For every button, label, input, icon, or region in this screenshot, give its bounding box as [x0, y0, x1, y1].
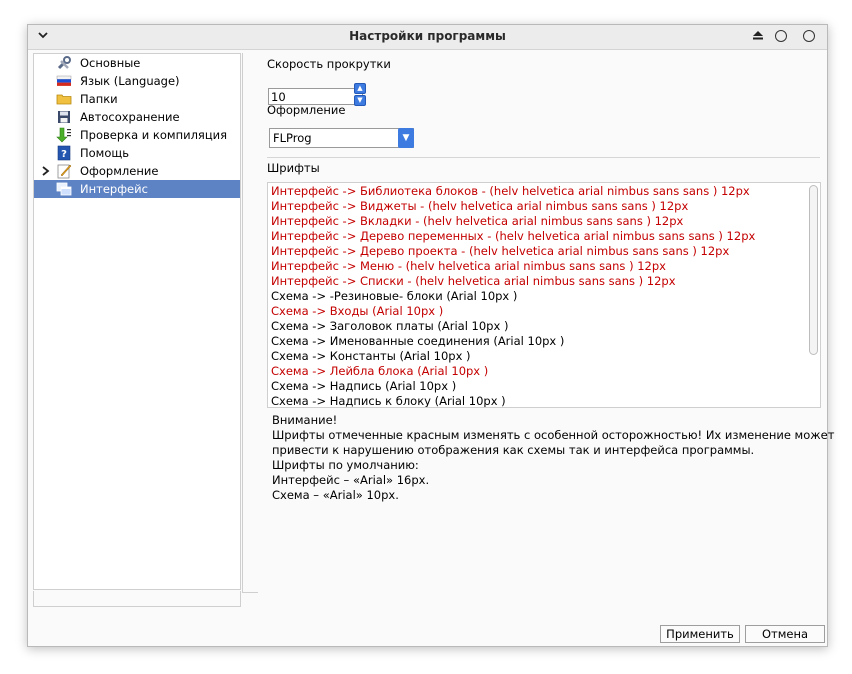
- list-item[interactable]: Интерфейс -> Дерево переменных - (helv h…: [271, 229, 755, 244]
- help-icon: ?: [56, 145, 72, 161]
- list-item[interactable]: Интерфейс -> Вкладки - (helv helvetica a…: [271, 214, 683, 229]
- tree-item-appearance[interactable]: Оформление: [34, 162, 240, 180]
- settings-window: Настройки программы Основные Язык (Langu…: [27, 24, 835, 647]
- tree-item-compile[interactable]: Проверка и компиляция: [34, 126, 240, 144]
- tree-item-general[interactable]: Основные: [34, 54, 240, 72]
- tree-item-label: Проверка и компиляция: [80, 128, 228, 142]
- pencil-paper-icon: [56, 163, 72, 179]
- fonts-label: Шрифты: [267, 161, 320, 175]
- divider: [267, 157, 820, 158]
- theme-select[interactable]: FLProg ▼: [269, 128, 414, 148]
- note-line: Интерфейс – «Arial» 16px.: [272, 473, 430, 487]
- list-item[interactable]: Схема -> Надпись (Arial 10px ): [271, 379, 456, 394]
- list-item[interactable]: Интерфейс -> Дерево проекта - (helv helv…: [271, 244, 729, 259]
- apply-button[interactable]: Применить: [660, 625, 740, 643]
- list-item[interactable]: Схема -> Лейбла блока (Arial 10px ): [271, 364, 488, 379]
- tree-item-label: Основные: [80, 56, 141, 70]
- theme-label: Оформление: [267, 103, 346, 117]
- spin-up-icon[interactable]: ▲: [354, 83, 366, 94]
- list-item[interactable]: Схема -> Константы (Arial 10px ): [271, 349, 471, 364]
- note-line: Шрифты по умолчанию:: [272, 458, 419, 472]
- tree-item-autosave[interactable]: Автосохранение: [34, 108, 240, 126]
- list-item[interactable]: Схема -> Надпись к блоку (Arial 10px ): [271, 394, 506, 407]
- tree-item-label: Оформление: [80, 164, 159, 178]
- list-item[interactable]: Интерфейс -> Виджеты - (helv helvetica a…: [271, 199, 688, 214]
- list-item[interactable]: Интерфейс -> Списки - (helv helvetica ar…: [271, 274, 676, 289]
- svg-text:?: ?: [61, 149, 67, 160]
- tree-item-interface[interactable]: Интерфейс: [34, 180, 240, 198]
- tree-item-folders[interactable]: Папки: [34, 90, 240, 108]
- floppy-disk-icon: [56, 109, 72, 125]
- tree-item-language[interactable]: Язык (Language): [34, 72, 240, 90]
- folder-icon: [56, 91, 72, 107]
- compile-arrow-icon: [56, 127, 72, 143]
- tree-item-label: Автосохранение: [80, 110, 180, 124]
- windows-icon: [56, 181, 72, 197]
- settings-tree: Основные Язык (Language) Папки Автосохра…: [33, 53, 241, 590]
- flag-icon: [56, 73, 72, 89]
- list-item[interactable]: Схема -> Заголовок платы (Arial 10px ): [271, 319, 508, 334]
- tree-item-label: Помощь: [80, 146, 130, 160]
- fonts-list-scrollbar[interactable]: [809, 185, 818, 355]
- list-item[interactable]: Схема -> -Резиновые- блоки (Arial 10px ): [271, 289, 517, 304]
- minimize-button[interactable]: [775, 30, 787, 42]
- list-item[interactable]: Интерфейс -> Меню - (helv helvetica aria…: [271, 259, 666, 274]
- eject-icon[interactable]: [751, 29, 765, 43]
- tree-item-label: Интерфейс: [80, 182, 148, 196]
- scroll-speed-label: Скорость прокрутки: [267, 57, 391, 71]
- theme-select-value: FLProg: [273, 131, 312, 145]
- tree-item-label: Папки: [80, 92, 118, 106]
- chevron-down-icon[interactable]: ▼: [398, 128, 414, 148]
- note-line: Внимание!: [272, 413, 338, 427]
- splitter-handle[interactable]: [242, 53, 258, 593]
- tree-item-label: Язык (Language): [80, 74, 180, 88]
- note-line: Схема – «Arial» 10px.: [272, 488, 399, 502]
- list-item[interactable]: Схема -> Именованные соединения (Arial 1…: [271, 334, 564, 349]
- scroll-speed-value[interactable]: 10: [271, 90, 286, 104]
- window-title: Настройки программы: [349, 29, 506, 43]
- note-line: привести к нарушению отображения как схе…: [272, 443, 755, 457]
- title-bar: Настройки программы: [28, 25, 827, 50]
- note-line: Шрифты отмеченные красным изменять с осо…: [272, 428, 835, 442]
- tree-item-help[interactable]: ? Помощь: [34, 144, 240, 162]
- fonts-list[interactable]: Интерфейс -> Библиотека блоков - (helv h…: [267, 182, 821, 408]
- maximize-button[interactable]: [803, 30, 815, 42]
- list-item[interactable]: Схема -> Входы (Arial 10px ): [271, 304, 443, 319]
- tools-icon: [56, 55, 72, 71]
- spin-down-icon[interactable]: ▼: [354, 95, 366, 106]
- fonts-warning-note: Внимание! Шрифты отмеченные красным изме…: [272, 413, 835, 503]
- sidebar-footer: [33, 591, 241, 607]
- cancel-button[interactable]: Отмена: [745, 625, 825, 643]
- list-item[interactable]: Интерфейс -> Библиотека блоков - (helv h…: [271, 184, 750, 199]
